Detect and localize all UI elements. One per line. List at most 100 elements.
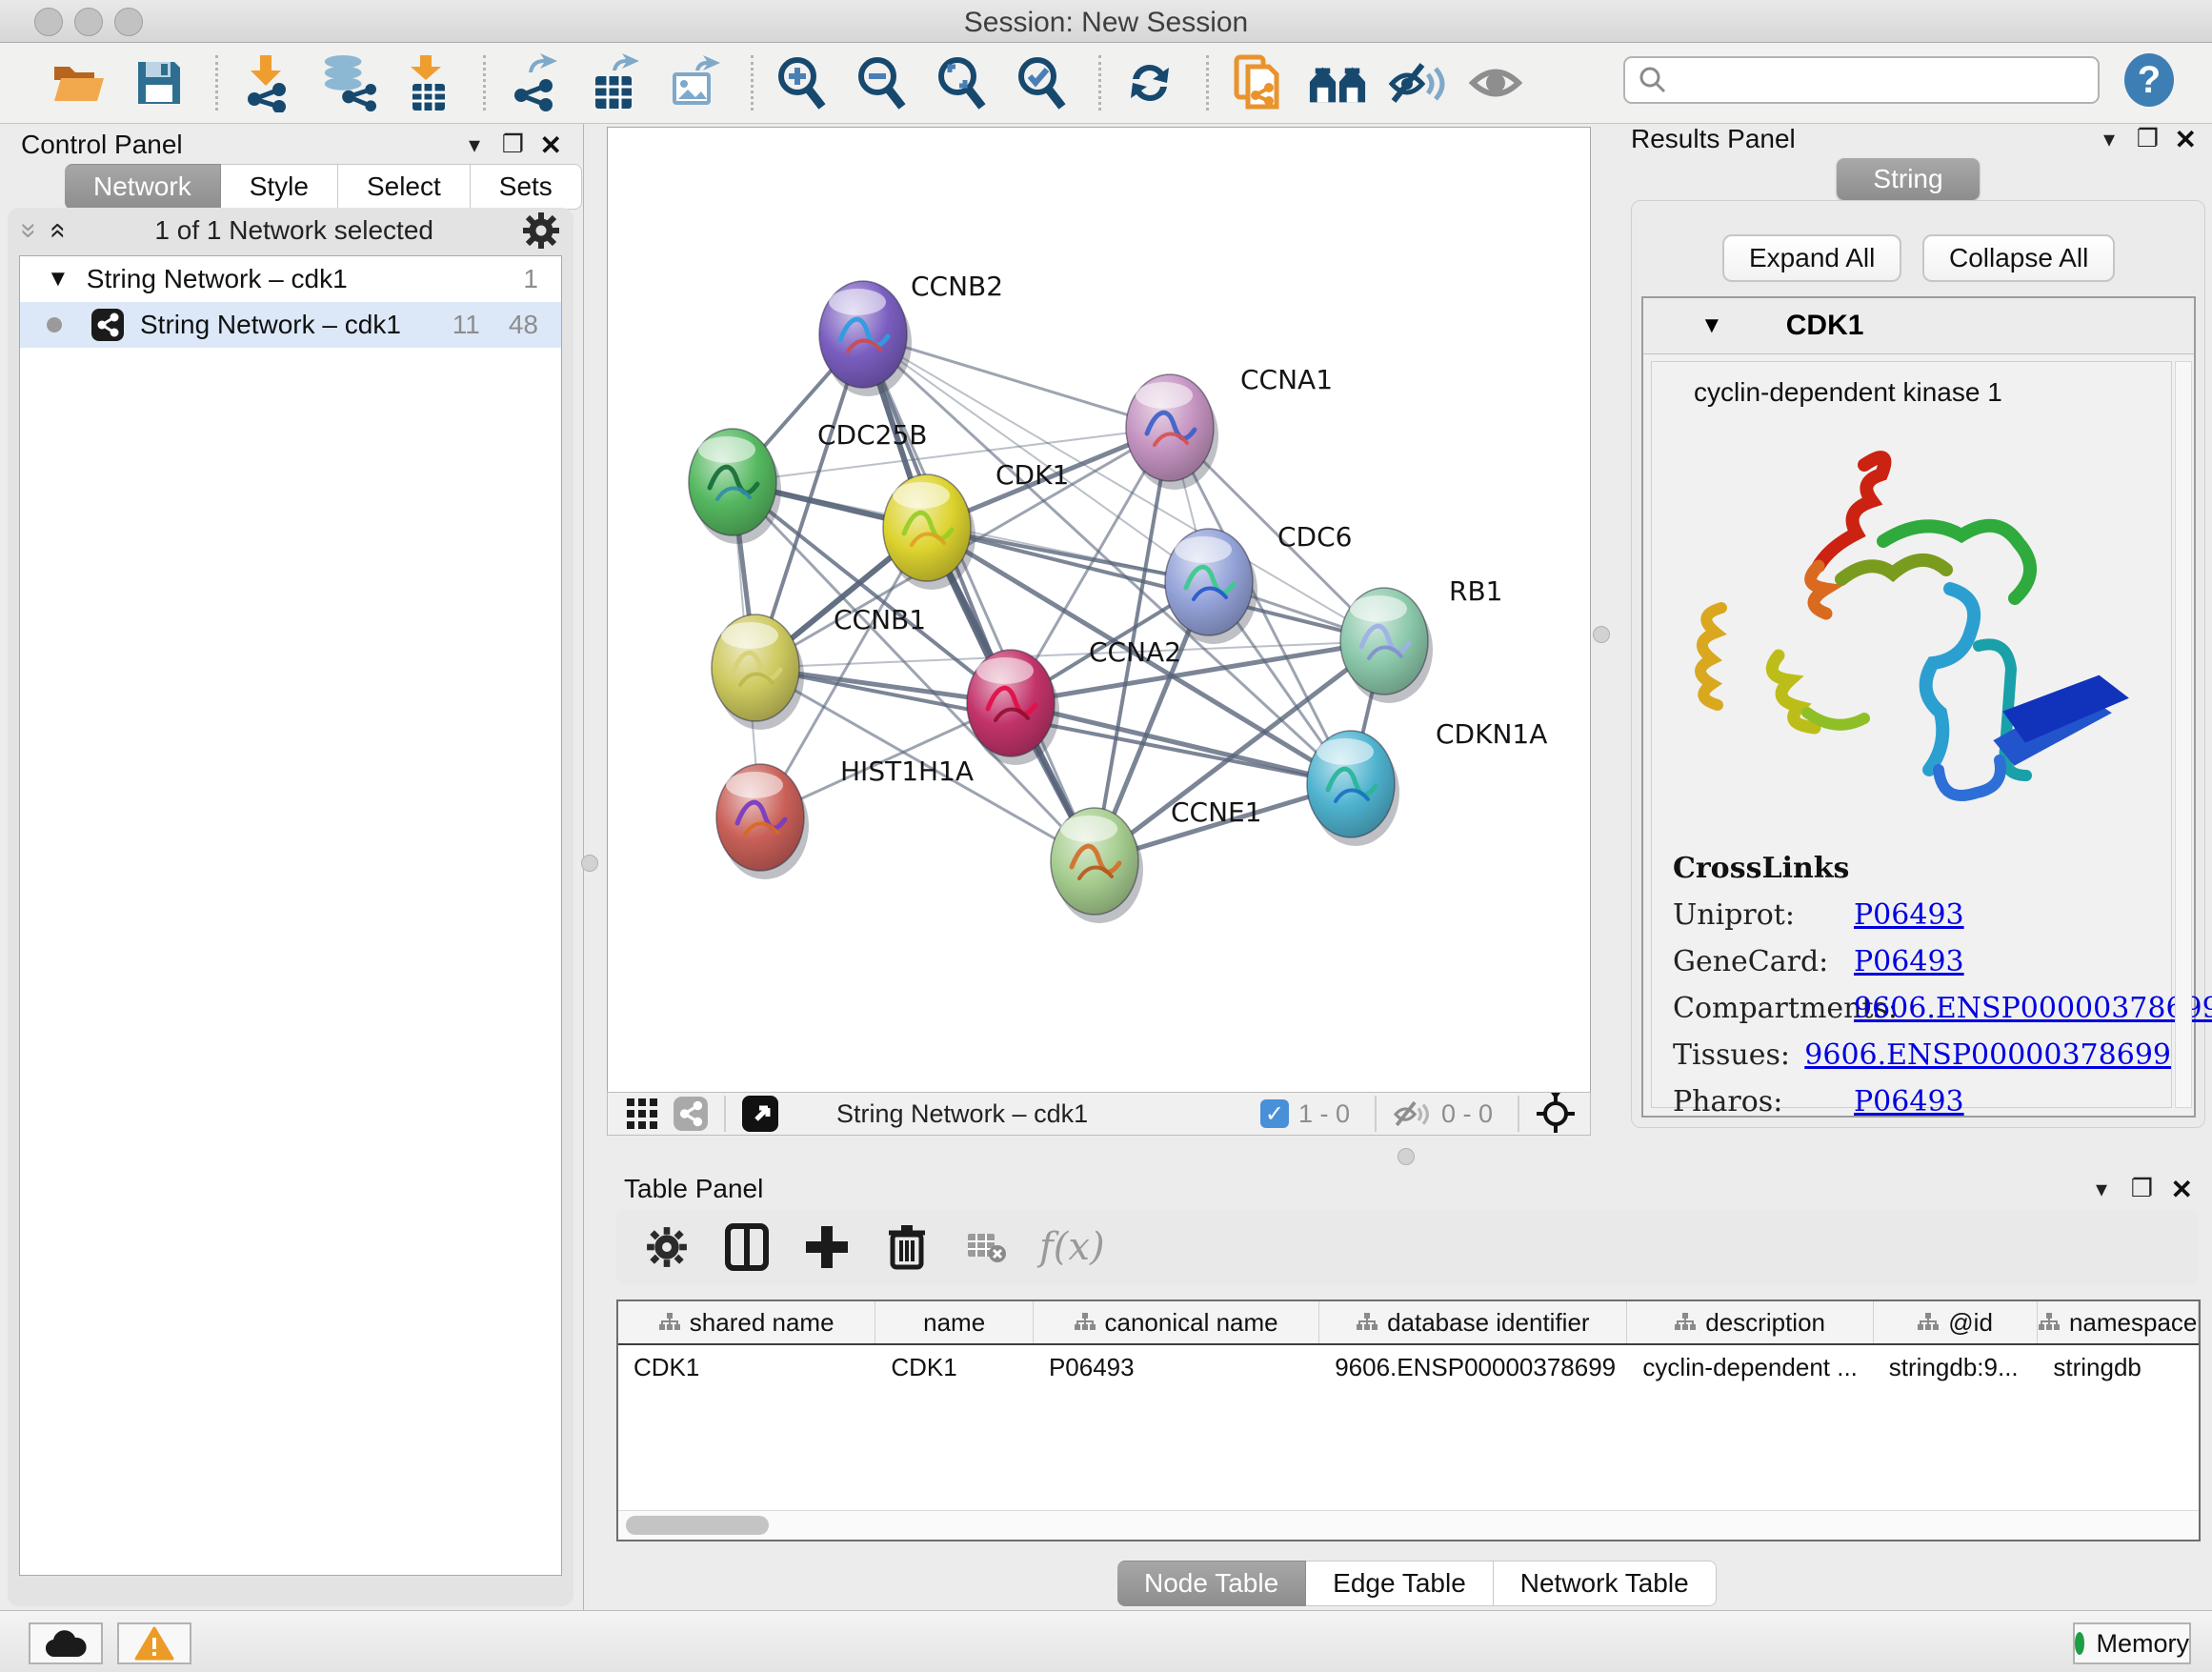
tab-network-table[interactable]: Network Table (1494, 1561, 1717, 1606)
import-table-button[interactable] (397, 53, 456, 112)
delete-column-button[interactable] (879, 1219, 935, 1275)
birdseye-view-icon[interactable] (741, 1095, 779, 1133)
crosslink-value-link[interactable]: P06493 (1854, 898, 1964, 932)
grid-view-icon[interactable] (625, 1097, 659, 1131)
import-network-file-button[interactable] (237, 53, 296, 112)
tab-network[interactable]: Network (65, 164, 221, 210)
results-panel-close-icon[interactable]: ✕ (2175, 124, 2197, 155)
network-edge[interactable] (901, 356, 1347, 618)
tab-edge-table[interactable]: Edge Table (1306, 1561, 1494, 1606)
fit-content-crosshair-icon[interactable] (1535, 1093, 1577, 1135)
results-panel-maximize-icon[interactable]: ❐ (2137, 124, 2159, 153)
table-cell[interactable]: cyclin-dependent ... (1627, 1345, 1873, 1389)
network-edge[interactable] (775, 493, 884, 518)
right-splitter-handle[interactable] (1593, 626, 1610, 643)
table-cell[interactable]: P06493 (1034, 1345, 1319, 1389)
show-columns-button[interactable] (719, 1219, 774, 1275)
table-cell[interactable]: CDK1 (618, 1345, 875, 1389)
delete-table-button[interactable] (959, 1219, 1015, 1275)
column-header-shared-name[interactable]: shared name (618, 1301, 875, 1343)
column-header-name[interactable]: name (875, 1301, 1034, 1343)
network-edge[interactable] (769, 376, 850, 626)
refresh-button[interactable] (1120, 53, 1179, 112)
export-network-button[interactable] (505, 53, 564, 112)
collapse-all-button[interactable]: Collapse All (1922, 234, 2115, 282)
table-settings-button[interactable] (639, 1219, 694, 1275)
zoom-fit-button[interactable] (933, 53, 992, 112)
node-entry-header[interactable]: ▼ CDK1 (1643, 298, 2194, 354)
network-node-cdc25b[interactable] (689, 429, 781, 544)
expand-all-button[interactable]: Expand All (1722, 234, 1901, 282)
import-network-database-button[interactable] (317, 53, 376, 112)
create-column-button[interactable] (799, 1219, 855, 1275)
zoom-in-button[interactable] (773, 53, 832, 112)
table-cell[interactable]: 9606.ENSP00000378699 (1319, 1345, 1627, 1389)
tab-sets[interactable]: Sets (471, 164, 582, 210)
cloud-button[interactable] (29, 1622, 103, 1664)
network-view-icon[interactable] (673, 1096, 709, 1132)
network-tree-root-row[interactable]: ▼ String Network – cdk1 1 (20, 256, 561, 302)
search-input[interactable] (1667, 65, 2071, 96)
help-button[interactable]: ? (2124, 53, 2174, 107)
results-scrollbar[interactable] (2175, 361, 2192, 1108)
crosslink-value-link[interactable]: P06493 (1854, 945, 1964, 978)
table-row[interactable]: CDK1CDK1P064939606.ENSP00000378699cyclin… (618, 1345, 2199, 1389)
network-node-rb1[interactable] (1340, 588, 1433, 703)
entry-collapse-icon[interactable]: ▼ (1700, 312, 1723, 339)
column-header-description[interactable]: description (1627, 1301, 1873, 1343)
network-edge[interactable] (970, 536, 1166, 574)
show-all-button[interactable] (1468, 53, 1527, 112)
crosslink-value-link[interactable]: 9606.ENSP00000378699 (1804, 1038, 2171, 1072)
export-table-button[interactable] (585, 53, 644, 112)
control-panel-maximize-icon[interactable]: ❐ (502, 130, 524, 159)
collapse-all-networks-icon[interactable]: « (42, 223, 74, 239)
network-options-gear-icon[interactable] (522, 212, 560, 250)
table-hscrollbar[interactable] (618, 1510, 2199, 1540)
table-panel-float-icon[interactable]: ▾ (2096, 1176, 2107, 1203)
network-edge[interactable] (1234, 618, 1325, 749)
tab-select[interactable]: Select (338, 164, 471, 210)
network-node-ccne1[interactable] (1051, 808, 1143, 923)
results-panel-float-icon[interactable]: ▾ (2103, 126, 2115, 153)
selected-nodes-checkbox-icon[interactable]: ✓ (1260, 1099, 1289, 1128)
left-splitter-handle[interactable] (581, 855, 598, 872)
column-header-canonical-name[interactable]: canonical name (1034, 1301, 1319, 1343)
duplicate-network-button[interactable] (1228, 53, 1287, 112)
control-panel-float-icon[interactable]: ▾ (469, 131, 480, 159)
zoom-selected-button[interactable] (1013, 53, 1072, 112)
export-image-button[interactable] (665, 53, 724, 112)
network-tree-child-row[interactable]: String Network – cdk1 11 48 (20, 302, 561, 348)
first-neighbors-button[interactable] (1308, 53, 1367, 112)
crosslink-value-link[interactable]: P06493 (1854, 1085, 1964, 1118)
function-builder-button[interactable]: f(x) (1039, 1219, 1105, 1275)
network-edge[interactable] (1054, 714, 1309, 775)
control-panel-close-icon[interactable]: ✕ (540, 130, 562, 161)
network-canvas[interactable]: CCNB2CCNA1CDC25BCDK1CDC6RB1CCNB1CCNA2CDK… (607, 127, 1591, 1093)
column-header-namespace[interactable]: namespace (2038, 1301, 2199, 1343)
tab-style[interactable]: Style (221, 164, 338, 210)
expand-all-networks-icon[interactable]: » (12, 223, 45, 239)
network-node-ccna2[interactable] (967, 650, 1059, 765)
table-cell[interactable]: stringdb:9... (1874, 1345, 2039, 1389)
hidden-items-eye-icon[interactable] (1392, 1098, 1432, 1130)
warnings-button[interactable] (117, 1622, 191, 1664)
tab-string[interactable]: String (1837, 158, 1980, 200)
save-session-button[interactable] (130, 53, 189, 112)
tree-collapse-icon[interactable]: ▼ (47, 266, 70, 292)
network-node-ccnb1[interactable] (712, 614, 804, 730)
table-cell[interactable]: stringdb (2038, 1345, 2199, 1389)
zoom-out-button[interactable] (853, 53, 912, 112)
column-header--id[interactable]: @id (1874, 1301, 2039, 1343)
column-header-database-identifier[interactable]: database identifier (1319, 1301, 1627, 1343)
table-panel-maximize-icon[interactable]: ❐ (2131, 1174, 2153, 1203)
network-graph[interactable]: CCNB2CCNA1CDC25BCDK1CDC6RB1CCNB1CCNA2CDK… (608, 128, 1590, 1092)
table-cell[interactable]: CDK1 (875, 1345, 1034, 1389)
table-panel-close-icon[interactable]: ✕ (2171, 1174, 2193, 1205)
network-node-ccnb2[interactable] (819, 281, 912, 396)
network-node-cdkn1a[interactable] (1307, 731, 1399, 846)
network-node-hist1h1a[interactable] (716, 764, 809, 879)
hide-selected-button[interactable] (1388, 53, 1447, 112)
network-node-ccna1[interactable] (1126, 374, 1218, 490)
search-box[interactable] (1623, 56, 2100, 104)
crosslink-value-link[interactable]: 9606.ENSP00000378699 (1854, 992, 2212, 1025)
